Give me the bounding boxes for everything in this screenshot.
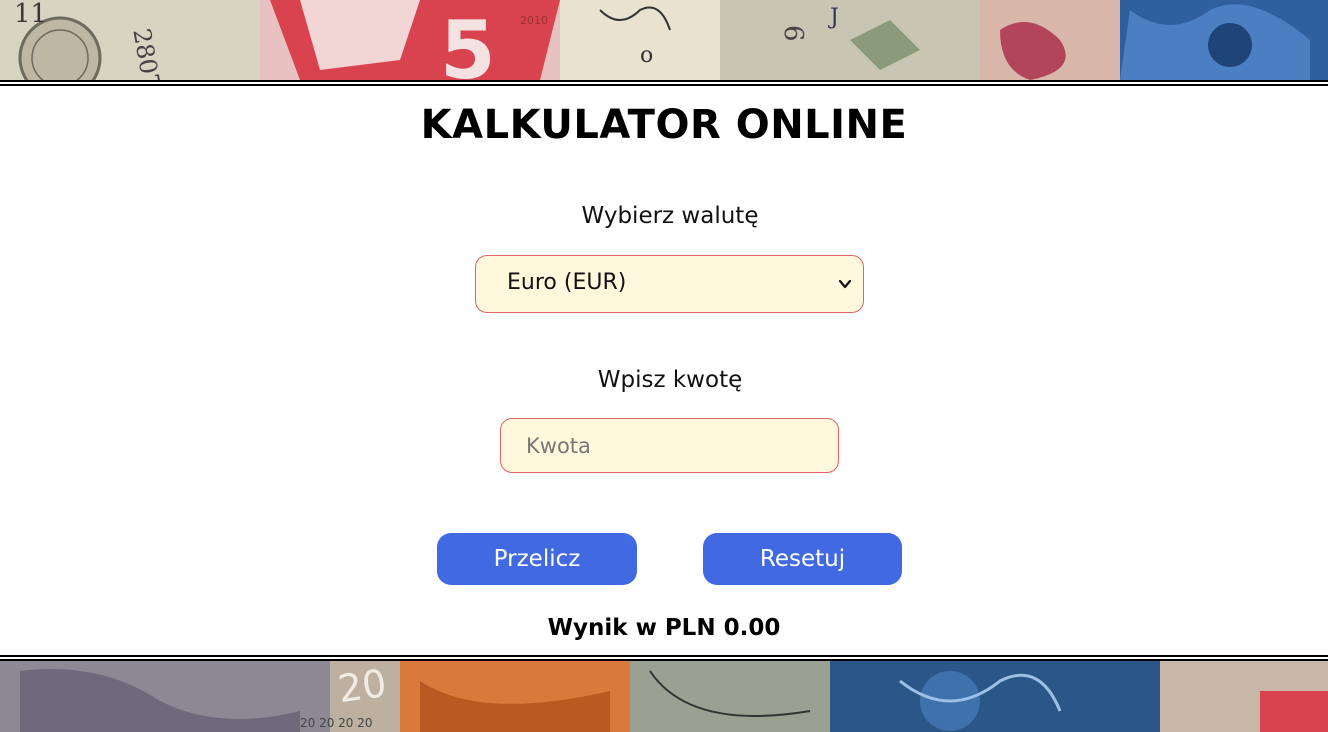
amount-label: Wpisz kwotę [597,367,743,393]
currency-select[interactable]: Euro (EUR) [475,255,864,313]
reset-button[interactable]: Resetuj [703,533,902,585]
svg-text:o: o [640,43,653,68]
result-text: Wynik w PLN 0.00 [547,615,781,641]
convert-button[interactable]: Przelicz [437,533,637,585]
amount-input[interactable] [501,419,838,472]
chevron-down-icon [837,276,853,292]
svg-text:5: 5 [440,4,496,80]
svg-text:2010: 2010 [520,14,548,27]
page-title: KALKULATOR ONLINE [420,102,908,148]
svg-text:11: 11 [14,0,47,29]
calculator-panel: KALKULATOR ONLINE Wybierz walutę Euro (E… [0,86,1328,655]
currency-label: Wybierz walutę [581,203,759,229]
svg-text:J: J [828,5,839,30]
currency-select-value: Euro (EUR) [507,270,627,295]
amount-field [500,418,839,473]
svg-text:20: 20 [335,661,389,711]
svg-text:20 20 20 20: 20 20 20 20 [300,716,373,730]
banknotes-banner-top: 11 28077 5 2010 o 6 J [0,0,1328,80]
svg-text:6: 6 [778,25,808,42]
banknotes-banner-bottom: 20 20 20 20 20 [0,661,1328,732]
